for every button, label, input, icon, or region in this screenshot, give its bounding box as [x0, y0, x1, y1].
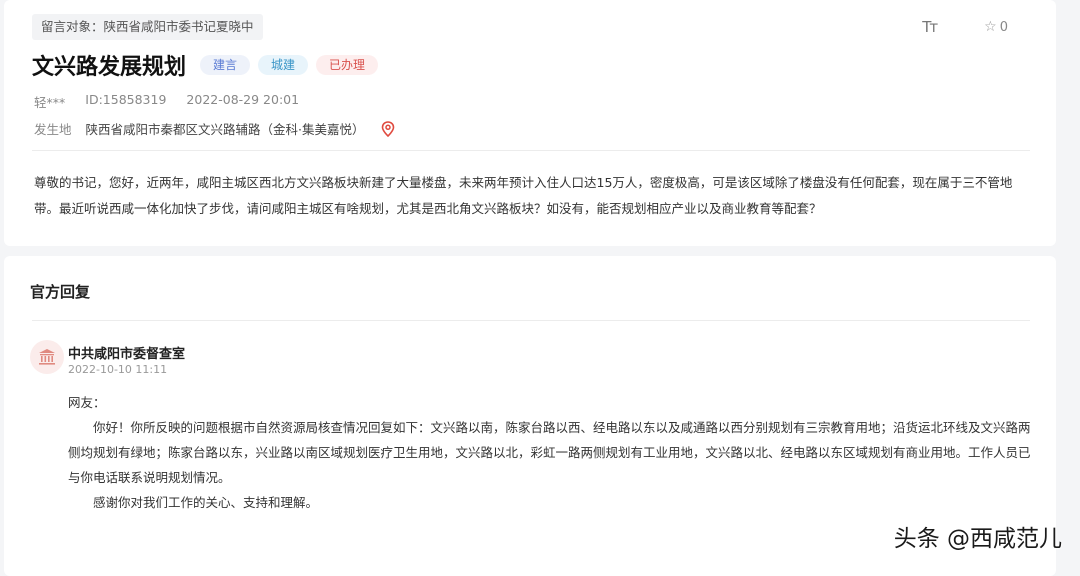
- toolbar: Tт ☆ 0: [922, 18, 1008, 36]
- divider: [32, 320, 1030, 321]
- message-datetime: 2022-08-29 20:01: [186, 92, 300, 107]
- message-content: 尊敬的书记，您好，近两年，咸阳主城区西北方文兴路板块新建了大量楼盘，未来两年预计…: [34, 175, 1013, 216]
- category-tag: 城建: [258, 55, 309, 75]
- location-row: 发生地 陕西省咸阳市秦都区文兴路辅路（金科·集美嘉悦）: [34, 119, 395, 138]
- font-size-icon[interactable]: Tт: [922, 18, 938, 36]
- department-name: 中共咸阳市委督查室: [68, 347, 186, 362]
- reply-heading: 官方回复: [30, 283, 91, 301]
- message-target: 留言对象：陕西省咸阳市委书记夏晓中: [32, 14, 263, 40]
- location-value: 陕西省咸阳市秦都区文兴路辅路（金科·集美嘉悦）: [85, 122, 365, 137]
- reply-text: 你好！你所反映的问题根据市自然资源局核查情况回复如下：文兴路以南，陈家台路以西、…: [68, 420, 1031, 485]
- message-card: 留言对象：陕西省咸阳市委书记夏晓中 Tт ☆ 0 文兴路发展规划 建言 城建 已…: [4, 0, 1056, 246]
- reply-closing: 感谢你对我们工作的关心、支持和理解。: [93, 495, 319, 510]
- government-building-icon: [39, 349, 55, 365]
- message-id: ID:15858319: [85, 92, 167, 107]
- favorite-button[interactable]: ☆ 0: [984, 19, 1008, 35]
- watermark: 头条 @西咸范儿: [893, 526, 1062, 552]
- avatar: [30, 340, 64, 374]
- status-badge: 已办理: [316, 55, 379, 75]
- star-icon: ☆: [984, 19, 997, 35]
- page-title: 文兴路发展规划: [32, 55, 187, 80]
- location-pin-icon[interactable]: [381, 120, 395, 137]
- reply-greeting: 网友：: [68, 395, 106, 410]
- message-meta: 轻*** ID:15858319 2022-08-29 20:01: [34, 92, 299, 111]
- divider: [32, 150, 1030, 151]
- author: 轻***: [34, 95, 66, 110]
- title-row: 文兴路发展规划 建言 城建 已办理: [32, 49, 379, 81]
- type-tag: 建言: [200, 55, 251, 75]
- location-label: 发生地: [34, 122, 72, 137]
- favorite-count: 0: [999, 19, 1008, 35]
- reply-body: 网友： 你好！你所反映的问题根据市自然资源局核查情况回复如下：文兴路以南，陈家台…: [68, 390, 1032, 515]
- reply-datetime: 2022-10-10 11:11: [68, 363, 168, 376]
